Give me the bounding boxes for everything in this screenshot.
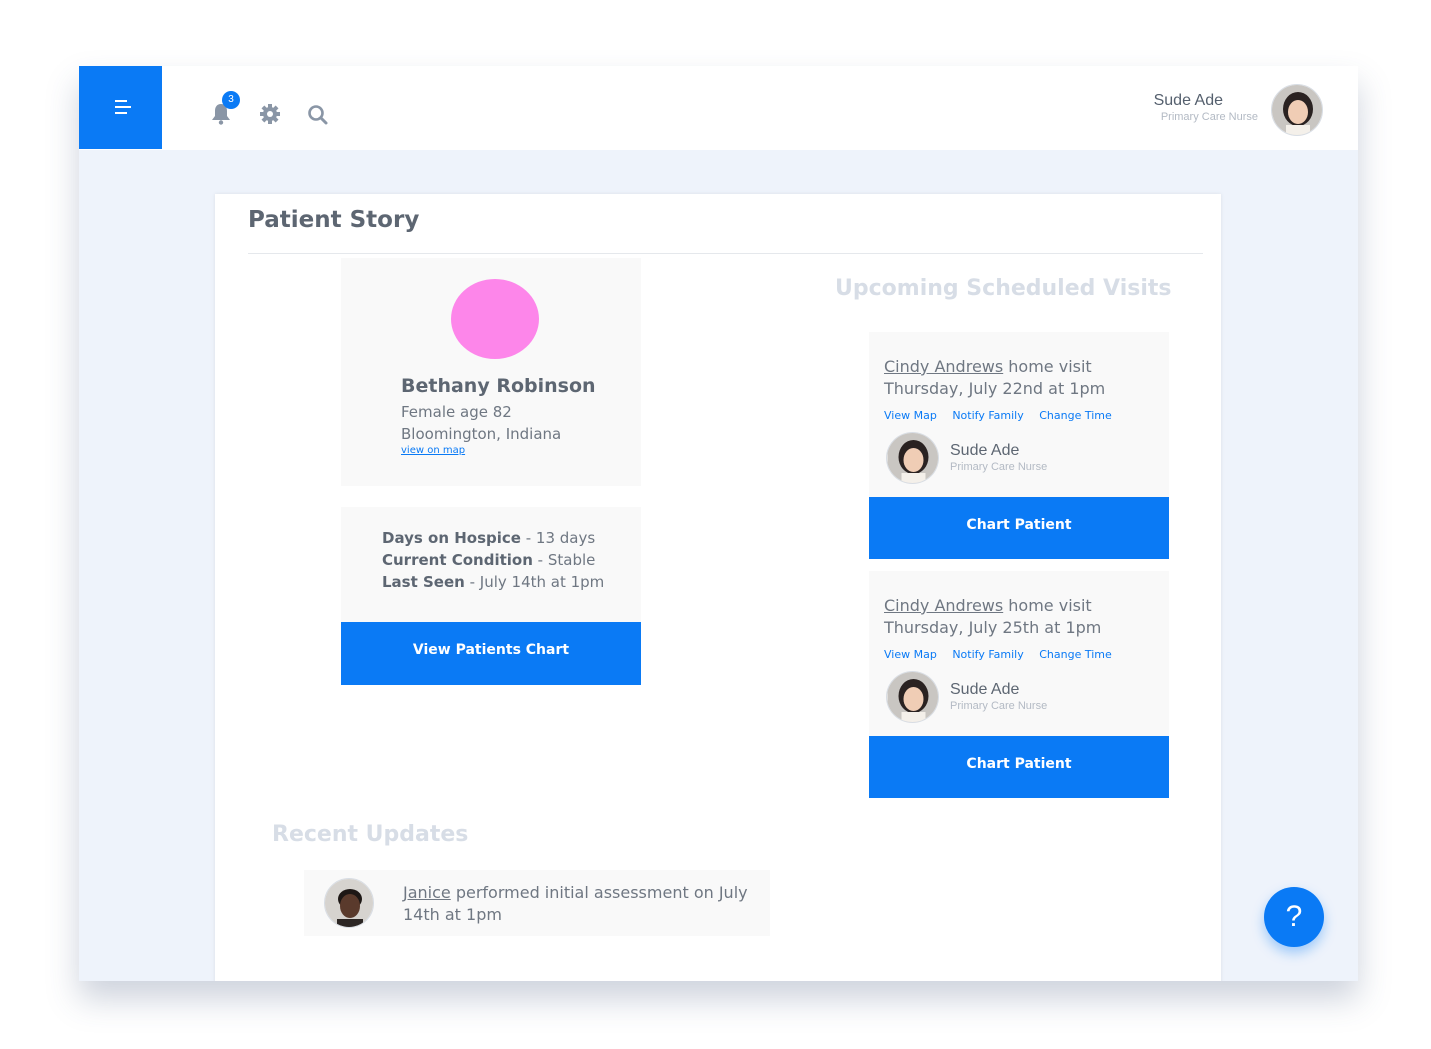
- notification-badge: 3: [222, 91, 240, 109]
- stat-hospice-days: Days on Hospice - 13 days: [382, 529, 596, 547]
- nurse-avatar: [886, 671, 939, 723]
- menu-icon: [115, 100, 127, 102]
- visit-card: Cindy Andrews home visit Thursday, July …: [869, 571, 1169, 736]
- recent-updates-title: Recent Updates: [272, 822, 469, 847]
- user-name: Sude Ade: [1153, 92, 1223, 109]
- stat-condition: Current Condition - Stable: [382, 551, 596, 569]
- nurse-avatar: [886, 432, 939, 484]
- menu-button[interactable]: [79, 66, 162, 149]
- page-title: Patient Story: [248, 207, 420, 233]
- top-bar: 3 Sude Ade Primary Care Nurse: [79, 66, 1358, 150]
- patient-profile: Bethany Robinson Female age 82 Bloomingt…: [341, 258, 641, 486]
- chart-patient-button[interactable]: Chart Patient: [869, 497, 1169, 559]
- patient-name: Bethany Robinson: [401, 375, 596, 397]
- change-time-link[interactable]: Change Time: [1039, 409, 1112, 422]
- update-item: Janice performed initial assessment on J…: [304, 870, 770, 936]
- visit-description: Cindy Andrews home visit Thursday, July …: [884, 357, 1106, 398]
- view-map-link[interactable]: View Map: [884, 409, 937, 422]
- help-button[interactable]: ?: [1264, 887, 1324, 947]
- visit-patient-link[interactable]: Cindy Andrews: [884, 357, 1003, 376]
- update-text: Janice performed initial assessment on J…: [403, 883, 748, 924]
- update-avatar: [324, 878, 374, 928]
- view-map-link[interactable]: View Map: [884, 648, 937, 661]
- notify-family-link[interactable]: Notify Family: [952, 409, 1023, 422]
- visit-card: Cindy Andrews home visit Thursday, July …: [869, 332, 1169, 497]
- upcoming-visits-title: Upcoming Scheduled Visits: [835, 276, 1172, 301]
- patient-avatar: [451, 279, 539, 359]
- gear-icon[interactable]: [259, 102, 281, 126]
- search-icon[interactable]: [307, 102, 329, 126]
- app-window: 3 Sude Ade Primary Care Nurse Patient St…: [79, 66, 1358, 981]
- visit-description: Cindy Andrews home visit Thursday, July …: [884, 596, 1102, 637]
- visit-actions: View Map Notify Family Change Time: [884, 648, 1124, 661]
- patient-demographics: Female age 82: [401, 403, 512, 421]
- update-author-link[interactable]: Janice: [403, 883, 451, 902]
- user-role: Primary Care Nurse: [1160, 111, 1258, 123]
- nurse-role: Primary Care Nurse: [950, 461, 1048, 473]
- visit-actions: View Map Notify Family Change Time: [884, 409, 1124, 422]
- change-time-link[interactable]: Change Time: [1039, 648, 1112, 661]
- nurse-name: Sude Ade: [950, 681, 1020, 698]
- view-patients-chart-button[interactable]: View Patients Chart: [341, 622, 641, 685]
- nurse-role: Primary Care Nurse: [950, 700, 1048, 712]
- chart-patient-button[interactable]: Chart Patient: [869, 736, 1169, 798]
- patient-story-card: Patient Story Bethany Robinson Female ag…: [215, 194, 1221, 981]
- patient-location: Bloomington, Indiana: [401, 425, 562, 443]
- visit-patient-link[interactable]: Cindy Andrews: [884, 596, 1003, 615]
- view-on-map-link[interactable]: view on map: [401, 445, 465, 456]
- patient-stats: Days on Hospice - 13 days Current Condit…: [341, 507, 641, 622]
- nurse-name: Sude Ade: [950, 442, 1020, 459]
- notify-family-link[interactable]: Notify Family: [952, 648, 1023, 661]
- divider: [248, 253, 1203, 254]
- stat-last-seen: Last Seen - July 14th at 1pm: [382, 573, 605, 591]
- user-avatar[interactable]: [1271, 84, 1323, 136]
